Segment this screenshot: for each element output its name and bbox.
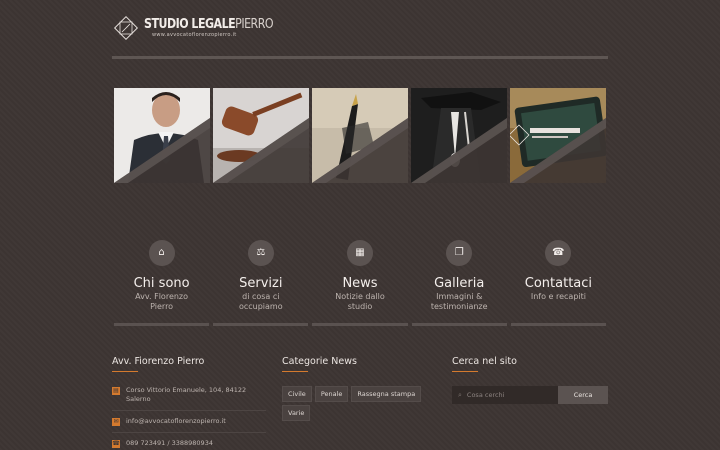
- contact-title: Avv. Fiorenzo Pierro: [112, 356, 205, 367]
- phone-image: [510, 88, 606, 183]
- nav-divider: [213, 323, 309, 326]
- tile-phone[interactable]: [510, 88, 606, 183]
- tag-rassegna-stampa[interactable]: Rassegna stampa: [351, 386, 422, 402]
- logo-name-bold: STUDIO LEGALE: [144, 17, 236, 32]
- search-box: ⌕: [452, 386, 558, 404]
- nav-contattaci[interactable]: ☎ Contattaci Info e recapiti: [509, 240, 608, 326]
- tile-robe[interactable]: [411, 88, 507, 183]
- footer-search: Cerca nel sito ⌕ Cerca: [452, 356, 608, 450]
- phone-small-icon: ☎: [112, 440, 120, 448]
- header-divider: [112, 56, 608, 59]
- nav-title: Servizi: [239, 276, 283, 291]
- pen-image: [312, 88, 408, 183]
- phone-text: 089 723491 / 3388980934: [126, 439, 213, 447]
- tile-gavel[interactable]: [213, 88, 309, 183]
- tag-penale[interactable]: Penale: [314, 386, 349, 402]
- title-underline: [112, 371, 138, 372]
- search-form: ⌕ Cerca: [452, 386, 608, 404]
- tile-pen[interactable]: [312, 88, 408, 183]
- logo-url: www.avvocatoflorenzopierro.it: [152, 32, 237, 38]
- image-strip: [114, 88, 606, 183]
- nav-title: News: [342, 276, 378, 291]
- nav-servizi[interactable]: ⚖ Servizi di cosa ci occupiamo: [211, 240, 310, 326]
- nav-subtitle: Immagini & testimonianze: [430, 292, 488, 311]
- nav-subtitle: di cosa ci occupiamo: [238, 292, 283, 311]
- footer-categories: Categorie News Civile Penale Rassegna st…: [282, 356, 452, 450]
- tile-portrait[interactable]: [114, 88, 210, 183]
- nav-divider: [411, 323, 507, 326]
- nav-chi-sono[interactable]: ⌂ Chi sono Avv. Florenzo Pierro: [112, 240, 211, 326]
- robe-image: [411, 88, 507, 183]
- search-icon: ⌕: [458, 390, 462, 399]
- nav-divider: [510, 323, 607, 326]
- search-title: Cerca nel sito: [452, 356, 517, 367]
- main-nav: ⌂ Chi sono Avv. Florenzo Pierro ⚖ Serviz…: [112, 240, 608, 326]
- search-button[interactable]: Cerca: [558, 386, 608, 404]
- nav-subtitle: Notizie dallo studio: [335, 292, 385, 311]
- phone-icon: ☎: [545, 240, 572, 266]
- email-row[interactable]: ✉ info@avvocatoflorenzopierro.it: [112, 417, 266, 433]
- nav-divider: [114, 323, 210, 326]
- footer-contact: Avv. Fiorenzo Pierro ▤ Corso Vittorio Em…: [112, 356, 282, 450]
- home-icon: ⌂: [148, 240, 175, 266]
- category-tags: Civile Penale Rassegna stampa Varie: [282, 386, 432, 421]
- nav-divider: [312, 323, 408, 326]
- portrait-image: [114, 88, 210, 183]
- site-logo[interactable]: STUDIO LEGALEPIERRO www.avvocatoflorenzo…: [112, 14, 608, 42]
- nav-title: Contattaci: [524, 276, 593, 291]
- nav-news[interactable]: ▦ News Notizie dallo studio: [310, 240, 409, 326]
- address-text: Corso Vittorio Emanuele, 104, 84122 Sale…: [126, 386, 247, 403]
- nav-title: Chi sono: [133, 276, 190, 291]
- mail-icon: ✉: [112, 418, 120, 426]
- categories-title: Categorie News: [282, 356, 357, 367]
- footer: Avv. Fiorenzo Pierro ▤ Corso Vittorio Em…: [112, 356, 608, 450]
- title-underline: [282, 371, 308, 372]
- address-row: ▤ Corso Vittorio Emanuele, 104, 84122 Sa…: [112, 386, 266, 411]
- tag-varie[interactable]: Varie: [282, 405, 311, 421]
- building-icon: ▤: [112, 387, 120, 395]
- site-header: STUDIO LEGALEPIERRO www.avvocatoflorenzo…: [112, 14, 608, 50]
- nav-galleria[interactable]: ❐ Galleria Immagini & testimonianze: [410, 240, 509, 326]
- phone-row: ☎ 089 723491 / 3388980934: [112, 439, 266, 450]
- search-input[interactable]: [466, 391, 547, 399]
- logo-mark-icon: [113, 15, 139, 41]
- gavel-icon: ⚖: [247, 240, 274, 266]
- nav-title: Galleria: [434, 276, 485, 291]
- nav-subtitle: Info e recapiti: [530, 292, 586, 301]
- email-link[interactable]: info@avvocatoflorenzopierro.it: [126, 417, 226, 426]
- logo-name: STUDIO LEGALEPIERRO: [144, 17, 274, 32]
- film-icon: ▦: [347, 240, 373, 266]
- tag-civile[interactable]: Civile: [282, 386, 312, 402]
- gallery-icon: ❐: [446, 240, 473, 266]
- title-underline: [452, 371, 478, 372]
- gavel-image: [213, 88, 309, 183]
- nav-subtitle: Avv. Florenzo Pierro: [135, 292, 189, 311]
- logo-name-light: PIERRO: [235, 17, 274, 32]
